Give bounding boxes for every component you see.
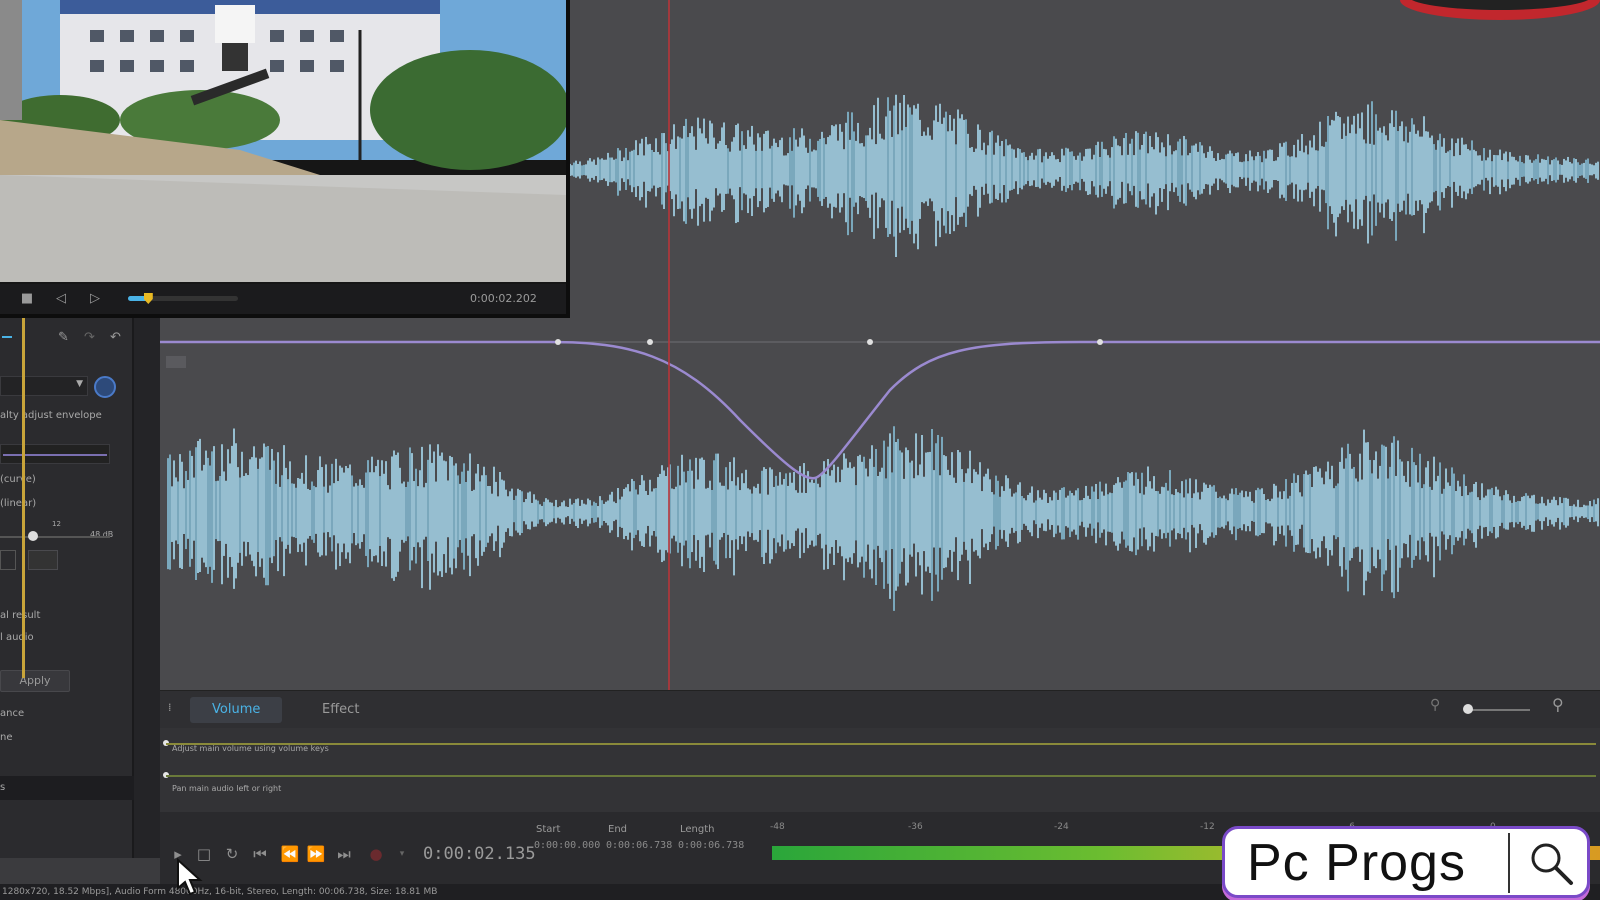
preview-time-display: 0:00:02.202 bbox=[470, 292, 537, 305]
undo-icon[interactable]: ↶ bbox=[110, 330, 121, 345]
stop-icon[interactable]: ■ bbox=[18, 290, 36, 308]
linear-option-label[interactable]: (linear) bbox=[0, 498, 36, 509]
video-preview-panel: ■ ◁ ▷ 0:00:02.202 bbox=[0, 0, 570, 318]
drag-handle-icon[interactable]: ⁞ bbox=[168, 701, 172, 714]
level-slider-track[interactable] bbox=[0, 536, 110, 538]
meter-tick: -12 bbox=[1200, 822, 1215, 832]
envelope-keyframe bbox=[867, 339, 873, 345]
meter-tick: -36 bbox=[908, 822, 923, 832]
envelope-settings-panel: ✎ ↷ ↶ ▼ alty adjust envelope (curve) (li… bbox=[0, 318, 134, 858]
loop-icon[interactable]: ↻ bbox=[222, 844, 242, 864]
length-value[interactable]: 0:00:06.738 bbox=[678, 840, 744, 851]
next-icon[interactable]: ⏩ bbox=[306, 844, 326, 864]
next-frame-icon[interactable]: ▷ bbox=[86, 290, 104, 308]
meter-tick: -48 bbox=[770, 822, 785, 832]
panel-text-ne: ne bbox=[0, 732, 13, 743]
end-label: End bbox=[608, 824, 628, 835]
chevron-down-icon: ▼ bbox=[76, 379, 83, 389]
envelope-preset-preview[interactable] bbox=[0, 444, 110, 464]
tab-volume[interactable]: Volume bbox=[190, 697, 283, 723]
preview-progress-slider[interactable] bbox=[128, 293, 238, 304]
slider-value-left: 12 bbox=[52, 520, 61, 528]
zoom-in-icon[interactable]: ⚲ bbox=[1552, 695, 1564, 714]
pan-lane-line[interactable] bbox=[166, 775, 1596, 777]
result-option-label[interactable]: al result bbox=[0, 610, 40, 621]
record-icon[interactable]: ● bbox=[366, 844, 386, 864]
mouse-cursor-icon bbox=[177, 858, 203, 896]
meter-tick: -24 bbox=[1054, 822, 1069, 832]
editor-tab-bar: ⁞ Volume Effect ⚲ ⚲ bbox=[160, 690, 1600, 728]
audio-option-label[interactable]: l audio bbox=[0, 632, 34, 643]
envelope-keyframe bbox=[1097, 339, 1103, 345]
volume-lane-label: Adjust main volume using volume keys bbox=[172, 744, 329, 753]
envelope-keyframe bbox=[555, 339, 561, 345]
panel-tab-indicator bbox=[2, 336, 12, 338]
preview-controls-bar: ■ ◁ ▷ 0:00:02.202 bbox=[0, 284, 566, 314]
pan-lane-label: Pan main audio left or right bbox=[172, 784, 282, 793]
waveform-channel-top bbox=[567, 94, 1599, 258]
zoom-slider[interactable] bbox=[1470, 709, 1530, 711]
end-value[interactable]: 0:00:06.738 bbox=[606, 840, 672, 851]
level-slider-knob[interactable] bbox=[28, 531, 38, 541]
search-icon bbox=[1531, 843, 1573, 885]
panel-footer: s bbox=[0, 776, 134, 800]
apply-button[interactable]: Apply bbox=[0, 670, 70, 692]
watermark-badge: Pc Progs bbox=[1222, 826, 1590, 898]
option-button-2[interactable] bbox=[28, 550, 58, 570]
track-lanes: Adjust main volume using volume keys Pan… bbox=[160, 728, 1600, 812]
panel-text-ance: ance bbox=[0, 708, 25, 719]
tab-effect[interactable]: Effect bbox=[300, 697, 381, 723]
length-label: Length bbox=[680, 824, 715, 835]
zoom-out-icon[interactable]: ⚲ bbox=[1430, 697, 1440, 713]
record-dropdown-icon[interactable]: ▾ bbox=[392, 844, 412, 864]
track-marker-icon bbox=[166, 356, 186, 368]
timeline-ruler-bar bbox=[22, 318, 25, 678]
option-button-1[interactable] bbox=[0, 550, 16, 570]
envelope-type-dropdown[interactable]: ▼ bbox=[0, 376, 88, 396]
curve-option-label[interactable]: (curve) bbox=[0, 474, 36, 485]
zoom-slider-knob[interactable] bbox=[1463, 704, 1473, 714]
panel-scrollbar[interactable] bbox=[134, 318, 160, 858]
watermark-divider bbox=[1508, 833, 1510, 893]
preview-video-frame bbox=[0, 0, 566, 282]
volume-lane-line[interactable] bbox=[166, 743, 1596, 745]
envelope-keyframe bbox=[647, 339, 653, 345]
previous-icon[interactable]: ⏪ bbox=[280, 844, 300, 864]
start-value[interactable]: 0:00:00.000 bbox=[534, 840, 600, 851]
redo-icon[interactable]: ↷ bbox=[84, 330, 95, 345]
watermark-text: Pc Progs bbox=[1247, 834, 1466, 892]
waveform-channel-bottom bbox=[167, 426, 1599, 611]
brand-logo bbox=[1400, 0, 1600, 20]
preview-progress-knob[interactable] bbox=[143, 293, 153, 304]
target-icon[interactable] bbox=[94, 376, 116, 398]
transport-time-display: 0:00:02.135 bbox=[423, 844, 536, 864]
start-label: Start bbox=[536, 824, 561, 835]
envelope-hint-text: alty adjust envelope bbox=[0, 410, 102, 421]
panel-footer-text: s bbox=[0, 782, 6, 793]
previous-frame-icon[interactable]: ◁ bbox=[52, 290, 70, 308]
skip-start-icon[interactable]: ⏮ bbox=[250, 844, 270, 864]
skip-end-icon[interactable]: ⏭ bbox=[334, 844, 354, 864]
edit-icon[interactable]: ✎ bbox=[58, 330, 69, 345]
audio-editor-window: ■ ◁ ▷ 0:00:02.202 ✎ ↷ ↶ ▼ alty adjust en… bbox=[0, 0, 1600, 900]
